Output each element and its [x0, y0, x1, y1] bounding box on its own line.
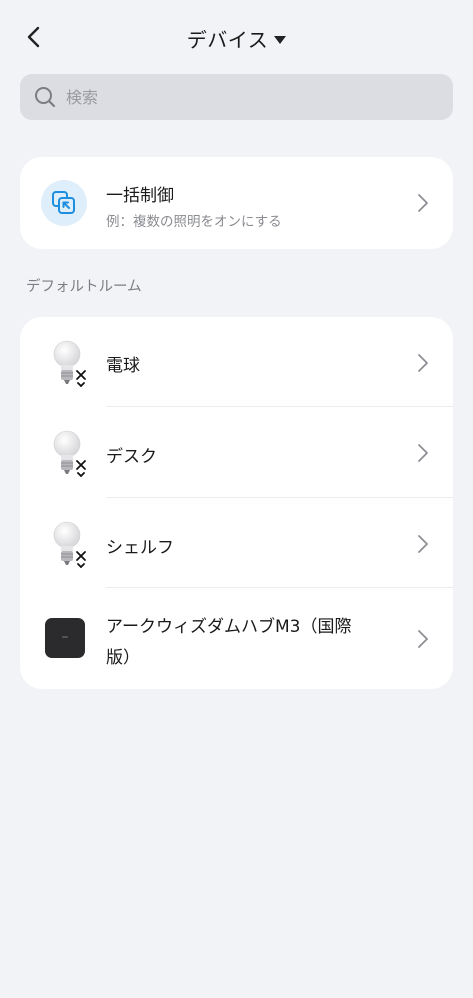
- room-label: デフォルトルーム: [26, 279, 142, 295]
- chevron-right-icon: [418, 630, 428, 648]
- page-title: デバイス: [186, 28, 269, 52]
- device-row-shelf[interactable]: シェルフ: [20, 498, 453, 588]
- offline-icon: [76, 460, 86, 477]
- chevron-right-icon: [418, 194, 428, 212]
- bulb-icon: [53, 340, 86, 387]
- multi-control-icon: [52, 191, 75, 214]
- offline-icon: [76, 551, 86, 568]
- bulb-icon: [53, 430, 86, 477]
- header: デバイス: [0, 0, 473, 76]
- device-list-card: 電球 デスク シェルフ アークウィズダムハブM3（国際 版）: [20, 317, 453, 689]
- bulk-control-icon-circle: [41, 180, 87, 226]
- device-name: アークウィズダムハブM3（国際 版）: [106, 612, 351, 674]
- title-dropdown[interactable]: デバイス: [0, 24, 473, 53]
- search-input[interactable]: [66, 87, 426, 107]
- device-row-desk[interactable]: デスク: [20, 407, 453, 498]
- device-row-bulb[interactable]: 電球: [20, 317, 453, 407]
- chevron-right-icon: [418, 535, 428, 553]
- device-name-line1: アークウィズダムハブM3（国際: [106, 617, 352, 637]
- caret-down-icon: [274, 35, 287, 44]
- bulk-control-title: 一括制御: [106, 186, 174, 206]
- device-row-hub[interactable]: アークウィズダムハブM3（国際 版）: [20, 588, 453, 689]
- hub-icon: [45, 618, 85, 658]
- device-name: デスク: [106, 447, 157, 467]
- search-icon: [35, 87, 56, 108]
- chevron-right-icon: [418, 354, 428, 372]
- bulb-icon: [53, 521, 86, 568]
- search-bar[interactable]: [20, 74, 453, 120]
- offline-icon: [76, 370, 86, 387]
- device-name: シェルフ: [106, 538, 174, 558]
- bulk-control-subtitle: 例：複数の照明をオンにする: [106, 214, 282, 230]
- chevron-right-icon: [418, 444, 428, 462]
- device-name: 電球: [106, 356, 140, 376]
- device-name-line2: 版）: [106, 648, 140, 668]
- bulk-control-card[interactable]: 一括制御 例：複数の照明をオンにする: [20, 157, 453, 249]
